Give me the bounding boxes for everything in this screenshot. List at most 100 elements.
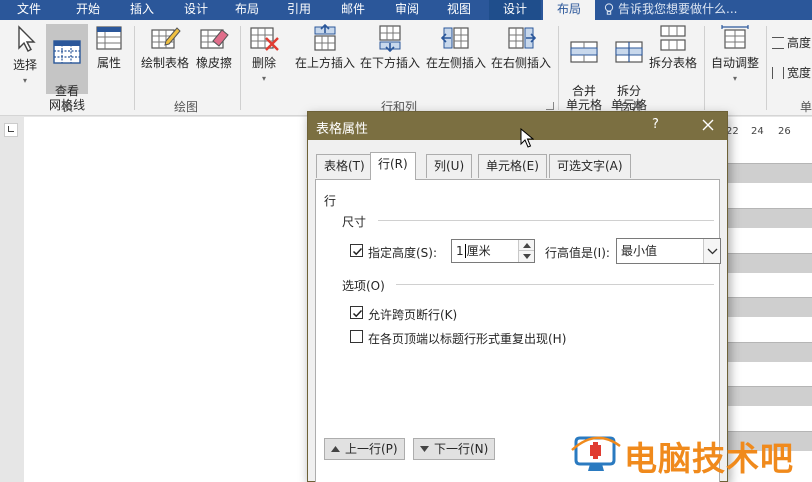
- specify-height-label: 指定高度(S):: [368, 246, 438, 260]
- tab-table-layout[interactable]: 布局: [543, 0, 595, 20]
- group-label-draw: 绘图: [173, 100, 198, 114]
- eraser-icon: [200, 29, 229, 49]
- tell-me-text: 告诉我您想要做什么...: [618, 2, 738, 16]
- draw-table-button[interactable]: 绘制表格: [138, 24, 192, 70]
- tab-table[interactable]: 表格(T): [316, 154, 373, 178]
- tab-design[interactable]: 设计: [172, 0, 220, 20]
- insert-left-icon: [440, 27, 469, 49]
- table-row[interactable]: [726, 208, 812, 228]
- close-button[interactable]: [696, 114, 720, 136]
- select-button[interactable]: 选择 ▾: [6, 24, 44, 88]
- table-row[interactable]: [726, 253, 812, 273]
- properties-label: 属性: [96, 56, 121, 70]
- repeat-header-checkbox[interactable]: [350, 330, 363, 343]
- tab-mailings[interactable]: 邮件: [330, 0, 376, 20]
- horizontal-ruler[interactable]: 22 24 26: [726, 121, 812, 141]
- insert-below-icon: [379, 25, 401, 52]
- height-spin-down[interactable]: [518, 251, 534, 262]
- tab-review[interactable]: 审阅: [384, 0, 430, 20]
- lightbulb-icon: [604, 3, 614, 15]
- draw-table-label: 绘制表格: [140, 56, 189, 70]
- merge-cells-icon: [570, 41, 598, 63]
- column-width-icon: [772, 67, 784, 79]
- ribbon-divider: [704, 26, 705, 110]
- size-group-label: 尺寸: [342, 215, 367, 229]
- arrow-down-icon: [420, 446, 429, 452]
- ribbon-tab-bar: 文件 开始 插入 设计 布局 引用 邮件 审阅 视图 设计 布局 告诉我您想要做…: [0, 0, 812, 20]
- tab-home[interactable]: 开始: [64, 0, 112, 20]
- specify-height-checkbox[interactable]: [350, 244, 363, 257]
- height-value: 1: [456, 244, 464, 258]
- chevron-down-icon: ▾: [22, 76, 27, 85]
- table-row[interactable]: [726, 297, 812, 317]
- column-width-label: 宽度: [787, 66, 812, 80]
- height-rule-select[interactable]: 最小值: [616, 238, 721, 264]
- insert-above-label: 在上方插入: [294, 56, 355, 70]
- repeat-header-label: 在各页顶端以标题行形式重复出现(H): [368, 332, 567, 346]
- tab-cell[interactable]: 单元格(E): [478, 154, 547, 178]
- dialog-title: 表格属性: [316, 122, 369, 137]
- insert-right-icon: [508, 27, 537, 49]
- next-row-button[interactable]: 下一行(N): [413, 438, 496, 460]
- watermark-text: 电脑技术吧: [624, 439, 794, 478]
- ribbon-body: 选择 ▾ 查看 网格线 属性 表 绘制表格 橡皮擦 绘图 删除 ▾ 在上方插入 …: [0, 20, 812, 116]
- next-row-label: 下一行(N): [434, 442, 489, 456]
- divider: [378, 220, 714, 221]
- column-width-control[interactable]: 宽度: [772, 66, 812, 80]
- split-cells-icon: [615, 41, 643, 63]
- view-gridlines-button[interactable]: 查看 网格线: [46, 24, 88, 112]
- split-table-button[interactable]: 拆分表格: [648, 24, 698, 70]
- watermark: 电脑技术吧: [562, 430, 812, 482]
- insert-left-label: 在左侧插入: [425, 56, 486, 70]
- spin-down-icon: [523, 254, 531, 259]
- text-caret: [464, 244, 466, 258]
- height-spin-up[interactable]: [518, 240, 534, 251]
- options-group-label: 选项(O): [342, 279, 385, 293]
- delete-label: 删除: [251, 56, 276, 70]
- insert-right-button[interactable]: 在右侧插入: [490, 24, 552, 70]
- split-table-label: 拆分表格: [648, 56, 697, 70]
- tell-me-box[interactable]: 告诉我您想要做什么...: [604, 0, 737, 20]
- table-row[interactable]: [726, 163, 812, 183]
- tab-selector[interactable]: [4, 123, 18, 137]
- tab-insert[interactable]: 插入: [118, 0, 166, 20]
- tab-row[interactable]: 行(R): [370, 152, 416, 180]
- tab-view[interactable]: 视图: [436, 0, 482, 20]
- group-label-table: 表: [60, 100, 73, 114]
- divider: [396, 284, 714, 285]
- dialog-title-bar[interactable]: 表格属性 ?: [308, 112, 727, 140]
- tab-references[interactable]: 引用: [276, 0, 322, 20]
- row-height-control[interactable]: 高度: [772, 36, 812, 50]
- allow-row-break-checkbox[interactable]: [350, 306, 363, 319]
- tab-file[interactable]: 文件: [4, 0, 54, 20]
- pencil-table-icon: [151, 27, 181, 49]
- tab-table-design[interactable]: 设计: [489, 0, 541, 20]
- delete-button[interactable]: 删除 ▾: [246, 24, 282, 86]
- table-row[interactable]: [726, 342, 812, 362]
- table-properties-dialog: 表格属性 ? 表格(T) 行(R) 列(U) 单元格(E) 可选文字(A) 行 …: [307, 111, 728, 482]
- properties-button[interactable]: 属性: [90, 24, 128, 70]
- monitor-logo-icon: [571, 436, 621, 471]
- previous-row-button[interactable]: 上一行(P): [324, 438, 405, 460]
- eraser-button[interactable]: 橡皮擦: [194, 24, 234, 70]
- ribbon-divider: [766, 26, 767, 110]
- tab-alt-text[interactable]: 可选文字(A): [549, 154, 631, 178]
- insert-above-button[interactable]: 在上方插入: [294, 24, 356, 70]
- height-unit: 厘米: [466, 244, 491, 258]
- allow-row-break-label: 允许跨页断行(K): [368, 308, 458, 322]
- close-icon: [702, 119, 714, 131]
- help-button[interactable]: ?: [652, 117, 659, 132]
- insert-below-button[interactable]: 在下方插入: [358, 24, 422, 70]
- table-row[interactable]: [726, 386, 812, 406]
- dialog-launcher-icon[interactable]: [546, 102, 554, 110]
- section-title: 行: [324, 194, 337, 208]
- spin-up-icon: [523, 243, 531, 248]
- insert-left-button[interactable]: 在左侧插入: [424, 24, 488, 70]
- tab-column[interactable]: 列(U): [426, 154, 473, 178]
- autofit-icon: [721, 25, 749, 49]
- tab-layout[interactable]: 布局: [224, 0, 270, 20]
- autofit-button[interactable]: 自动调整 ▾: [708, 24, 762, 86]
- arrow-up-icon: [331, 446, 340, 452]
- height-rule-value: 最小值: [621, 244, 658, 258]
- height-rule-label: 行高值是(I):: [545, 246, 610, 260]
